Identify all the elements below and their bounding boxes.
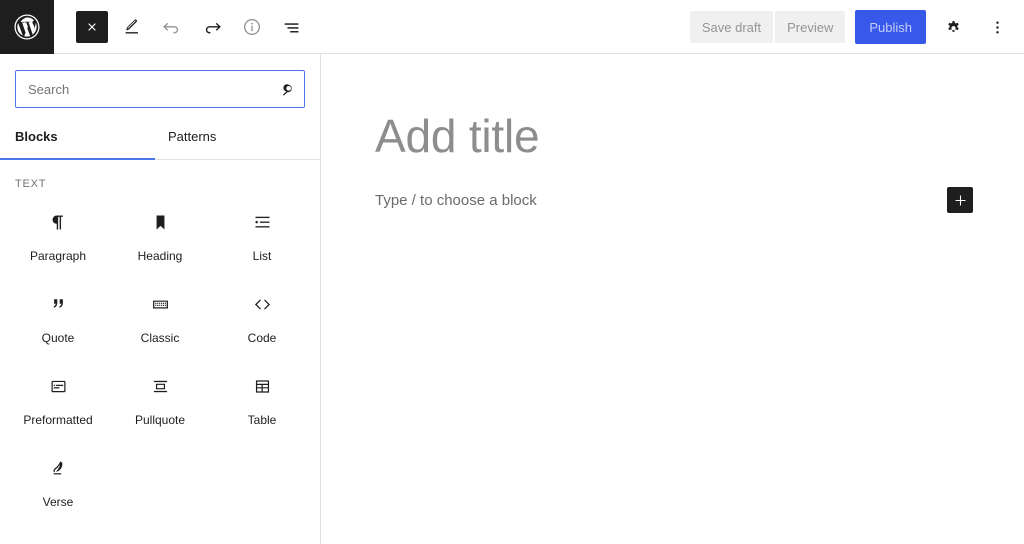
paragraph-icon [48, 210, 69, 234]
block-label: Verse [42, 495, 74, 509]
block-item-preformatted[interactable]: Preformatted [7, 362, 109, 444]
verse-quill-icon [48, 456, 69, 480]
gear-icon [947, 20, 959, 32]
quote-icon [48, 292, 69, 316]
default-block-placeholder[interactable]: Type / to choose a block [375, 192, 537, 209]
wordpress-block-editor: Save draft Preview Publish Search Blocks… [0, 0, 1024, 544]
kebab-menu-icon [995, 20, 999, 34]
wordpress-logo-icon[interactable] [0, 0, 54, 54]
block-item-list[interactable]: List [211, 198, 313, 280]
save-draft-button[interactable]: Save draft [689, 11, 774, 43]
details-button[interactable] [236, 11, 268, 43]
preformatted-icon [48, 374, 69, 398]
block-label: Classic [140, 331, 180, 345]
editor-header-toolbar: Save draft Preview Publish [0, 0, 1024, 54]
heading-icon [150, 210, 171, 234]
tab-blocks[interactable]: Blocks [0, 114, 155, 160]
code-icon [252, 292, 273, 316]
header-left-tool-group [76, 10, 308, 43]
block-item-paragraph[interactable]: Paragraph [7, 198, 109, 280]
undo-icon [163, 22, 179, 33]
block-item-code[interactable]: Code [211, 280, 313, 362]
search-input[interactable] [16, 81, 270, 97]
classic-keyboard-icon [150, 292, 171, 316]
block-label: Code [247, 331, 277, 345]
undo-button[interactable] [156, 11, 188, 43]
preview-button[interactable]: Preview [775, 11, 846, 43]
search-box[interactable] [15, 70, 305, 108]
edit-mode-button[interactable] [116, 11, 148, 43]
block-item-table[interactable]: Table [211, 362, 313, 444]
header-right-actions: Save draft Preview Publish [689, 0, 1014, 54]
list-view-icon [284, 22, 299, 32]
block-label: Table [247, 413, 277, 427]
list-icon [252, 210, 273, 234]
search-icon [270, 71, 304, 107]
search-section [0, 54, 320, 108]
tab-patterns[interactable]: Patterns [155, 114, 310, 159]
block-category-label: TEXT [15, 178, 47, 190]
block-item-pullquote[interactable]: Pullquote [109, 362, 211, 444]
list-view-button[interactable] [276, 11, 308, 43]
add-block-button[interactable] [947, 187, 973, 213]
block-item-quote[interactable]: Quote [7, 280, 109, 362]
block-label: Paragraph [29, 249, 87, 263]
table-icon [252, 374, 273, 398]
block-label: Preformatted [23, 413, 93, 427]
pullquote-icon [150, 374, 171, 398]
inserter-tabs: Blocks Patterns [0, 114, 320, 160]
block-label: List [252, 249, 272, 263]
settings-button[interactable] [936, 10, 970, 44]
info-icon [243, 18, 261, 35]
publish-button[interactable]: Publish [855, 10, 926, 44]
block-label: Pullquote [134, 413, 186, 427]
block-label: Heading [137, 249, 183, 263]
editor-canvas[interactable]: Add title Type / to choose a block [321, 54, 1024, 544]
block-inserter-sidebar: Blocks Patterns TEXT Paragraph He [0, 54, 321, 544]
block-item-heading[interactable]: Heading [109, 198, 211, 280]
block-grid: Paragraph Heading List Quote Classic Cod… [0, 198, 320, 526]
more-options-button[interactable] [980, 10, 1014, 44]
block-item-classic[interactable]: Classic [109, 280, 211, 362]
block-label: Quote [41, 331, 75, 345]
redo-icon [205, 22, 221, 33]
post-title-placeholder[interactable]: Add title [375, 109, 540, 164]
close-icon [88, 22, 96, 31]
close-button[interactable] [76, 10, 108, 43]
redo-button[interactable] [196, 11, 228, 43]
block-item-verse[interactable]: Verse [7, 444, 109, 526]
plus-icon [955, 195, 965, 205]
pencil-icon [125, 19, 138, 34]
